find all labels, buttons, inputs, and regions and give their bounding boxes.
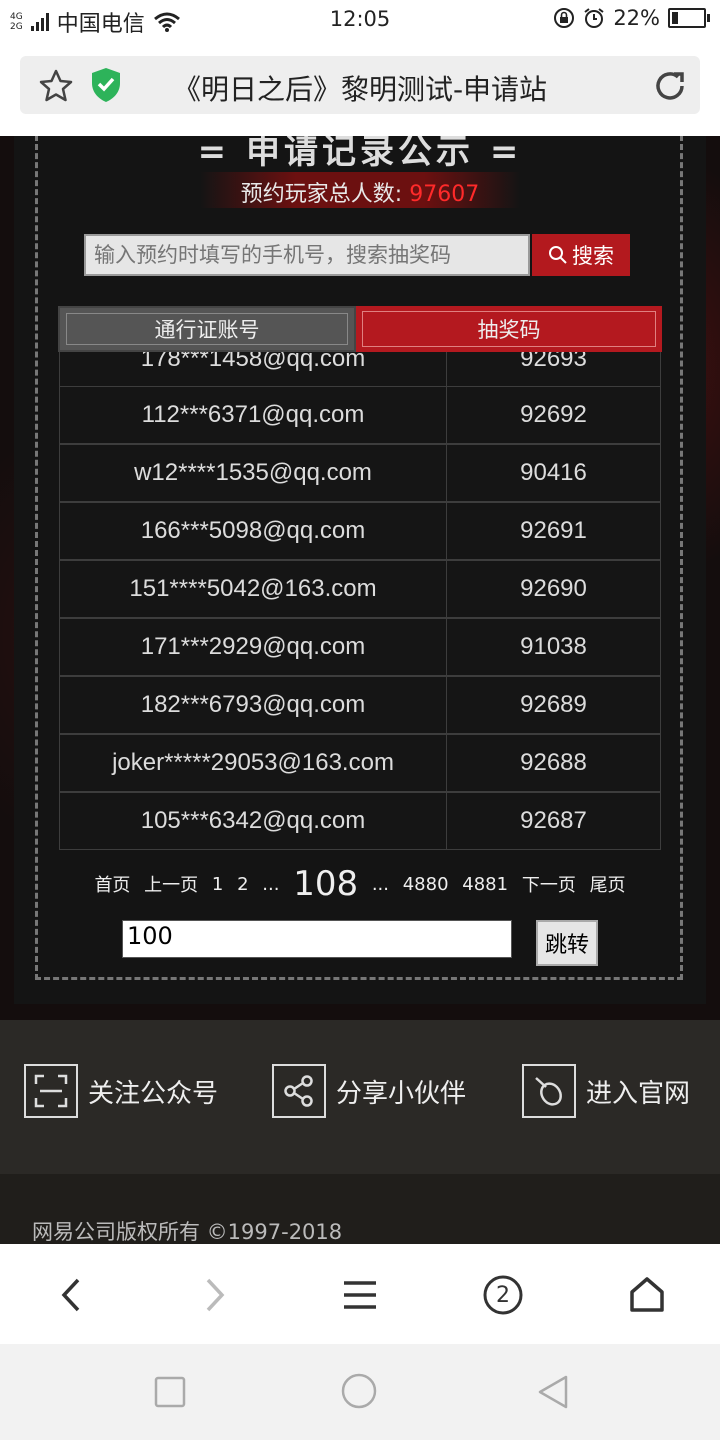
pagination: 首页 上一页 1 2 ... 108 ... 4880 4881 下一页 尾页 (0, 864, 720, 904)
search-button[interactable]: 搜索 (532, 234, 630, 276)
account-cell: 151****5042@163.com (60, 561, 447, 617)
chevron-left-icon (61, 1278, 80, 1312)
code-cell: 92693 (520, 352, 587, 372)
search-icon (549, 246, 567, 264)
account-cell: joker*****29053@163.com (60, 735, 447, 791)
forward-button[interactable] (190, 1270, 240, 1320)
page-link-1[interactable]: 1 (212, 874, 223, 895)
code-cell: 90416 (520, 459, 587, 486)
scan-icon (24, 1064, 78, 1118)
battery-percent: 22% (613, 6, 660, 30)
share-icon (272, 1064, 326, 1118)
back-button[interactable] (46, 1270, 96, 1320)
menu-icon (344, 1281, 376, 1309)
web-content: = 申请记录公示 = 预约玩家总人数: 97607 搜索 通行证账号 抽奖码 1… (0, 136, 720, 1020)
search-button-label: 搜索 (572, 244, 614, 268)
mouse-icon (522, 1064, 576, 1118)
follow-wechat-link[interactable]: 关注公众号 (24, 1062, 218, 1120)
tabs-button[interactable]: 2 (478, 1270, 528, 1320)
player-count-label: 预约玩家总人数: (240, 182, 403, 207)
recents-icon[interactable] (154, 1376, 186, 1408)
follow-wechat-label: 关注公众号 (88, 1078, 219, 1109)
page-next-link[interactable]: 下一页 (522, 875, 576, 896)
table-row: 151****5042@163.com 92690 (59, 560, 661, 618)
tab-account[interactable]: 通行证账号 (58, 306, 356, 352)
code-cell: 92688 (520, 749, 587, 776)
search-input[interactable] (84, 234, 530, 276)
page-link-4880[interactable]: 4880 (403, 874, 449, 895)
page-jump-button[interactable]: 跳转 (536, 920, 598, 966)
page-title: 《明日之后》黎明测试-申请站 (172, 73, 548, 106)
home-button[interactable] (622, 1270, 672, 1320)
records-table[interactable]: 178***1458@qq.com 92693 112***6371@qq.co… (59, 352, 661, 850)
section-title: = 申请记录公示 = (197, 136, 523, 172)
home-circle-icon[interactable] (340, 1372, 378, 1410)
footer-links: 关注公众号 分享小伙伴 进入官网 (0, 1020, 720, 1174)
page-ellipsis: ... (371, 873, 389, 895)
code-cell: 92689 (520, 691, 587, 718)
table-row: w12****1535@qq.com 90416 (59, 444, 661, 502)
battery-icon (668, 8, 710, 28)
table-row: 182***6793@qq.com 92689 (59, 676, 661, 734)
tab-code-label: 抽奖码 (362, 311, 656, 347)
table-row: joker*****29053@163.com 92688 (59, 734, 661, 792)
account-cell: w12****1535@qq.com (60, 445, 447, 501)
alarm-icon (584, 8, 604, 28)
page-last-link[interactable]: 尾页 (590, 875, 626, 896)
account-cell: 105***6342@qq.com (60, 793, 447, 849)
page-first-link[interactable]: 首页 (94, 875, 130, 896)
address-bar[interactable]: 《明日之后》黎明测试-申请站 (20, 56, 700, 114)
page-prev-link[interactable]: 上一页 (144, 875, 198, 896)
site-footer: 关注公众号 分享小伙伴 进入官网 网易公司版权所有 ©1997-2018 (0, 1020, 720, 1244)
home-icon (630, 1277, 664, 1312)
share-label: 分享小伙伴 (336, 1078, 467, 1109)
tab-count: 2 (496, 1282, 510, 1308)
code-cell: 92687 (520, 807, 587, 834)
code-cell: 92690 (520, 575, 587, 602)
share-link[interactable]: 分享小伙伴 (272, 1062, 466, 1120)
table-row: 166***5098@qq.com 92691 (59, 502, 661, 560)
copyright-text: 网易公司版权所有 ©1997-2018 (32, 1220, 343, 1244)
account-cell: 182***6793@qq.com (60, 677, 447, 733)
browser-toolbar: 《明日之后》黎明测试-申请站 (0, 38, 720, 136)
table-row: 112***6371@qq.com 92692 (59, 386, 661, 444)
page-link-4881[interactable]: 4881 (462, 874, 508, 895)
code-cell: 91038 (520, 633, 587, 660)
player-count: 预约玩家总人数: 97607 (0, 176, 720, 208)
back-triangle-icon[interactable] (536, 1374, 570, 1410)
page-jump-input[interactable]: 100 (122, 920, 512, 958)
tab-account-label: 通行证账号 (66, 313, 348, 345)
account-cell: 178***1458@qq.com (60, 352, 447, 387)
tab-code[interactable]: 抽奖码 (356, 306, 662, 352)
browser-nav-bar: 2 (0, 1244, 720, 1344)
official-site-link[interactable]: 进入官网 (522, 1062, 690, 1120)
status-bar: 4G 2G 中国电信 12:05 22% (0, 0, 720, 38)
page-ellipsis: ... (262, 873, 280, 895)
player-count-value: 97607 (409, 182, 480, 207)
table-row: 178***1458@qq.com 92693 (59, 352, 661, 388)
chevron-right-icon (206, 1278, 225, 1312)
account-cell: 171***2929@qq.com (60, 619, 447, 675)
table-row: 105***6342@qq.com 92687 (59, 792, 661, 850)
system-nav-bar (0, 1344, 720, 1440)
rotation-lock-icon (554, 8, 575, 28)
code-cell: 92692 (520, 401, 587, 428)
page-current: 108 (293, 864, 359, 904)
table-row: 171***2929@qq.com 91038 (59, 618, 661, 676)
account-cell: 166***5098@qq.com (60, 503, 447, 559)
menu-button[interactable] (335, 1270, 385, 1320)
reload-icon[interactable] (652, 68, 690, 104)
official-site-label: 进入官网 (586, 1078, 691, 1109)
account-cell: 112***6371@qq.com (60, 387, 447, 443)
page-link-2[interactable]: 2 (237, 874, 248, 895)
code-cell: 92691 (520, 517, 587, 544)
